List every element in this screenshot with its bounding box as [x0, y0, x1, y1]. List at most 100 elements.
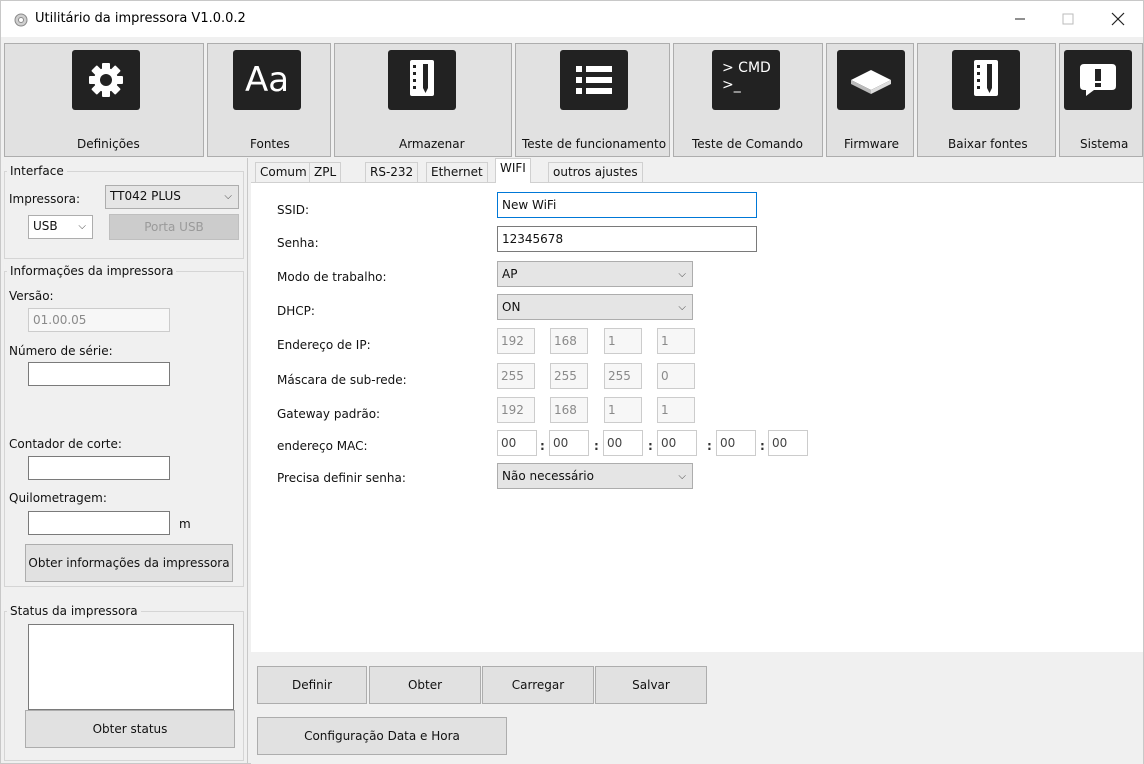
- chevron-down-icon: ⌵: [224, 191, 232, 202]
- mask-octet-2[interactable]: 255: [550, 363, 588, 389]
- mac-separator: :: [707, 439, 712, 453]
- gateway-octet-2[interactable]: 168: [550, 397, 588, 423]
- versao-label: Versão:: [9, 289, 54, 303]
- gateway-octet-3[interactable]: 1: [604, 397, 642, 423]
- mac-separator: :: [760, 439, 765, 453]
- precisa-senha-value: Não necessário: [502, 469, 594, 483]
- app-window: Utilitário da impressora V1.0.0.2 Defini…: [0, 0, 1144, 764]
- status-text-area[interactable]: [28, 624, 234, 710]
- quilometragem-unit: m: [179, 517, 191, 531]
- toolbar-fontes-button[interactable]: Aa Fontes: [207, 43, 331, 157]
- mask-octet-3[interactable]: 255: [604, 363, 642, 389]
- contador-corte-field[interactable]: [28, 456, 170, 480]
- close-button[interactable]: [1095, 1, 1141, 37]
- tab-wifi[interactable]: WIFI: [495, 158, 531, 183]
- settings-gear-icon: [72, 50, 140, 110]
- ssid-input[interactable]: New WiFi: [497, 192, 757, 218]
- tab-comum[interactable]: Comum: [255, 162, 312, 182]
- ip-octet-3[interactable]: 1: [604, 328, 642, 354]
- mask-octet-1[interactable]: 255: [497, 363, 535, 389]
- printer-model-select[interactable]: TT042 PLUS ⌵: [105, 185, 239, 209]
- dhcp-label: DHCP:: [277, 304, 315, 318]
- porta-usb-button[interactable]: Porta USB: [109, 214, 239, 240]
- versao-field[interactable]: 01.00.05: [28, 308, 170, 332]
- ip-octet-2[interactable]: 168: [550, 328, 588, 354]
- contador-corte-label: Contador de corte:: [9, 437, 122, 451]
- mac-byte-6[interactable]: 00: [768, 430, 808, 456]
- tab-ethernet[interactable]: Ethernet: [426, 162, 488, 182]
- cmd-icon-line1: > CMD: [722, 60, 771, 76]
- main-toolbar: Definições Aa Fontes Armazenar Teste de …: [1, 43, 1143, 157]
- obter-info-button[interactable]: Obter informações da impressora: [25, 544, 233, 582]
- gateway-label: Gateway padrão:: [277, 407, 381, 421]
- printer-gear-icon: [14, 13, 28, 27]
- window-title: Utilitário da impressora V1.0.0.2: [35, 11, 246, 26]
- tab-rs232[interactable]: RS-232: [365, 162, 419, 182]
- toolbar-armazenar-label: Armazenar: [399, 137, 465, 151]
- port-type-select[interactable]: USB ⌵: [28, 215, 93, 239]
- toolbar-teste-funcionamento-label: Teste de funcionamento: [522, 137, 667, 151]
- ssid-label: SSID:: [277, 203, 310, 217]
- salvar-button[interactable]: Salvar: [595, 666, 707, 704]
- tab-outros-ajustes[interactable]: outros ajustes: [548, 162, 643, 182]
- ip-octet-4[interactable]: 1: [657, 328, 695, 354]
- mac-byte-4[interactable]: 00: [657, 430, 697, 456]
- cmd-icon-line2: >_: [722, 77, 741, 93]
- dhcp-select[interactable]: ON ⌵: [497, 294, 693, 320]
- mac-byte-5[interactable]: 00: [716, 430, 756, 456]
- toolbar-firmware-button[interactable]: Firmware: [826, 43, 914, 157]
- toolbar-armazenar-button[interactable]: Armazenar: [334, 43, 512, 157]
- obter-status-button[interactable]: Obter status: [25, 710, 235, 748]
- gateway-octet-1[interactable]: 192: [497, 397, 535, 423]
- chip-icon: [837, 50, 905, 110]
- quilometragem-field[interactable]: [28, 511, 170, 535]
- toolbar-sistema-label: Sistema: [1080, 137, 1129, 151]
- chevron-down-icon: ⌵: [678, 269, 686, 280]
- toolbar-teste-funcionamento-button[interactable]: Teste de funcionamento: [515, 43, 670, 157]
- dhcp-value: ON: [502, 300, 521, 314]
- chevron-down-icon: ⌵: [678, 302, 686, 313]
- printer-status-group-title: Status da impressora: [7, 604, 141, 618]
- gateway-octet-4[interactable]: 1: [657, 397, 695, 423]
- definir-button[interactable]: Definir: [257, 666, 367, 704]
- action-bar: Definir Obter Carregar Salvar Configuraç…: [251, 652, 1143, 764]
- senha-label: Senha:: [277, 236, 319, 250]
- mac-byte-1[interactable]: 00: [497, 430, 537, 456]
- quilometragem-label: Quilometragem:: [9, 491, 107, 505]
- toolbar-definicoes-button[interactable]: Definições: [4, 43, 204, 157]
- toolbar-sistema-button[interactable]: Sistema: [1059, 43, 1143, 157]
- ip-octet-1[interactable]: 192: [497, 328, 535, 354]
- chevron-down-icon: ⌵: [678, 471, 686, 482]
- printer-info-group-title: Informações da impressora: [7, 264, 177, 278]
- toolbar-teste-comando-button[interactable]: > CMD >_ Teste de Comando: [673, 43, 823, 157]
- numero-serie-label: Número de série:: [9, 344, 113, 358]
- minimize-icon: [1015, 18, 1025, 20]
- mac-byte-3[interactable]: 00: [603, 430, 643, 456]
- modo-trabalho-label: Modo de trabalho:: [277, 270, 387, 284]
- mac-byte-2[interactable]: 00: [549, 430, 589, 456]
- numero-serie-field[interactable]: [28, 362, 170, 386]
- modo-trabalho-select[interactable]: AP ⌵: [497, 261, 693, 287]
- maximize-button[interactable]: [1045, 1, 1091, 37]
- senha-input[interactable]: 12345678: [497, 226, 757, 252]
- toolbar-baixar-fontes-button[interactable]: Baixar fontes: [917, 43, 1056, 157]
- close-icon: [1111, 12, 1125, 26]
- command-prompt-icon: > CMD >_: [712, 50, 780, 110]
- fonts-icon-text: Aa: [244, 60, 290, 100]
- mask-octet-4[interactable]: 0: [657, 363, 695, 389]
- chevron-down-icon: ⌵: [78, 221, 86, 232]
- alert-message-icon: [1064, 50, 1132, 110]
- toolbar-baixar-fontes-label: Baixar fontes: [948, 137, 1028, 151]
- data-hora-button[interactable]: Configuração Data e Hora: [257, 717, 507, 755]
- precisa-senha-label: Precisa definir senha:: [277, 471, 406, 485]
- minimize-button[interactable]: [997, 1, 1043, 37]
- impressora-label: Impressora:: [9, 192, 81, 206]
- carregar-button[interactable]: Carregar: [482, 666, 594, 704]
- obter-button[interactable]: Obter: [369, 666, 481, 704]
- endereco-mac-label: endereço MAC:: [277, 439, 368, 453]
- tab-zpl[interactable]: ZPL: [309, 162, 342, 182]
- toolbar-definicoes-label: Definições: [77, 137, 140, 151]
- left-panel: Interface Impressora: TT042 PLUS ⌵ USB ⌵…: [1, 158, 248, 764]
- printer-model-value: TT042 PLUS: [110, 189, 181, 203]
- precisa-senha-select[interactable]: Não necessário ⌵: [497, 463, 693, 489]
